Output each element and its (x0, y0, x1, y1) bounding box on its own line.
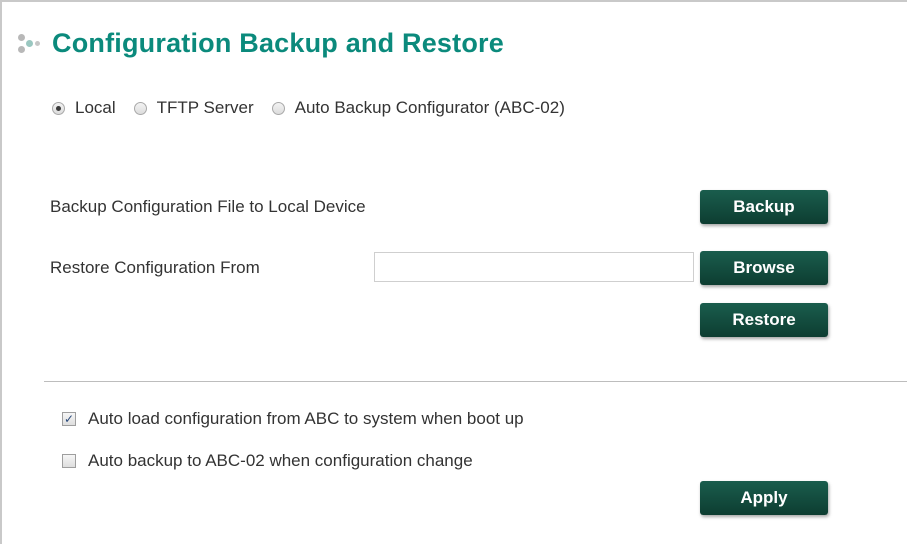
backup-button[interactable]: Backup (700, 190, 828, 224)
auto-backup-option: Auto backup to ABC-02 when configuration… (62, 451, 473, 471)
radio-tftp-label: TFTP Server (156, 98, 254, 117)
auto-backup-checkbox[interactable] (62, 454, 76, 468)
apply-button[interactable]: Apply (700, 481, 828, 515)
restore-label: Restore Configuration From (50, 258, 260, 277)
section-divider (44, 381, 907, 382)
auto-load-option: ✓ Auto load configuration from ABC to sy… (62, 409, 524, 429)
title-dots-icon (18, 32, 48, 56)
auto-backup-label: Auto backup to ABC-02 when configuration… (88, 451, 473, 470)
radio-local-circle[interactable] (52, 101, 65, 115)
restore-file-input[interactable] (374, 252, 694, 282)
radio-local-label: Local (75, 98, 116, 117)
radio-local[interactable]: Local (52, 98, 116, 118)
restore-button[interactable]: Restore (700, 303, 828, 337)
page-header: Configuration Backup and Restore (18, 28, 504, 59)
radio-tftp-circle[interactable] (133, 101, 147, 115)
auto-load-checkbox[interactable]: ✓ (62, 412, 76, 426)
browse-button[interactable]: Browse (700, 251, 828, 285)
auto-load-label: Auto load configuration from ABC to syst… (88, 409, 524, 428)
radio-tftp-server[interactable]: TFTP Server (133, 98, 254, 118)
radio-abc-label: Auto Backup Configurator (ABC-02) (294, 98, 565, 117)
page-title: Configuration Backup and Restore (52, 28, 504, 58)
backup-label: Backup Configuration File to Local Devic… (50, 197, 366, 216)
radio-auto-backup-configurator[interactable]: Auto Backup Configurator (ABC-02) (271, 98, 565, 118)
radio-abc-circle[interactable] (271, 101, 285, 115)
mode-radio-group: Local TFTP Server Auto Backup Configurat… (52, 98, 583, 118)
